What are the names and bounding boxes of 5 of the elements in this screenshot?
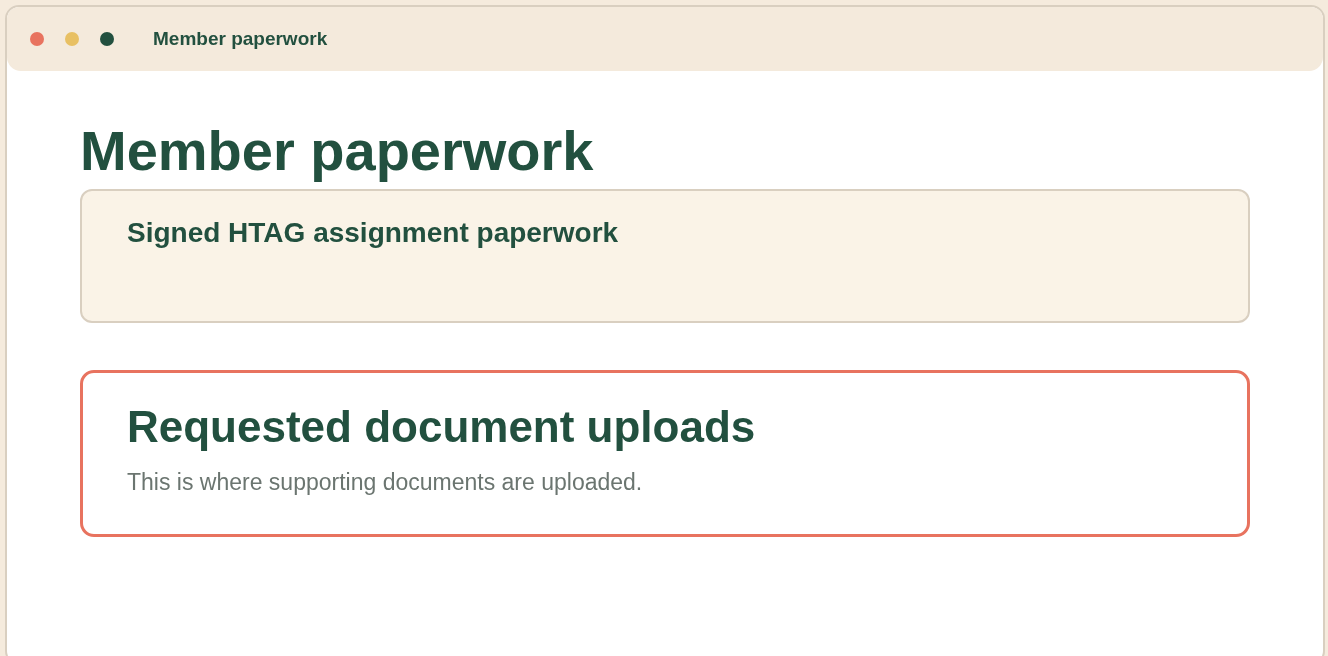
section-title: Signed HTAG assignment paperwork xyxy=(127,216,619,250)
section-description: This is where supporting documents are uploaded. xyxy=(127,468,643,497)
window-title: Member paperwork xyxy=(153,26,328,51)
page-heading: Member paperwork xyxy=(80,119,594,183)
section-title: Requested document uploads xyxy=(127,401,756,453)
